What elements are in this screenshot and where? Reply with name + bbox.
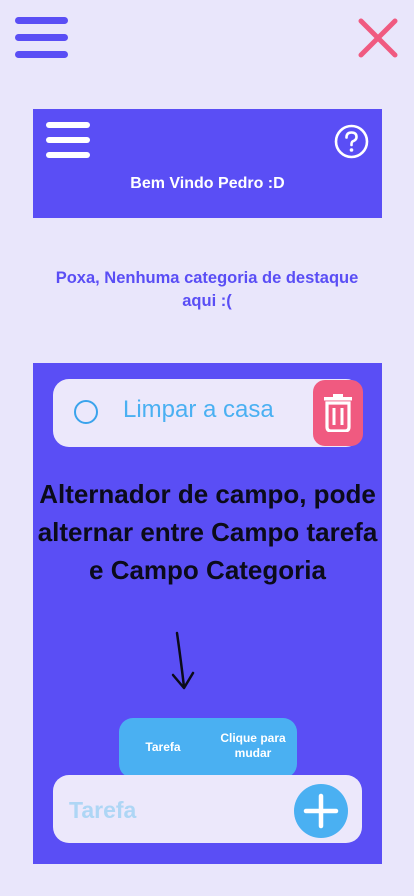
task-input-row <box>53 775 362 843</box>
task-checkbox[interactable] <box>74 400 98 424</box>
plus-icon <box>303 793 339 829</box>
empty-category-message: Poxa, Nenhuma categoria de destaque aqui… <box>55 269 359 310</box>
task-label: Limpar a casa <box>123 396 274 423</box>
toggle-current-label: Tarefa <box>145 740 181 754</box>
field-toggle-button[interactable]: Tarefa Clique para mudar <box>119 718 297 778</box>
close-icon[interactable] <box>357 17 399 59</box>
menu-icon[interactable] <box>46 122 90 160</box>
task-panel: Limpar a casa Alternador de campo, pode … <box>33 363 382 864</box>
add-task-button[interactable] <box>294 784 348 838</box>
task-input[interactable] <box>67 789 271 831</box>
header-card: Bem Vindo Pedro :D <box>33 109 382 218</box>
toggle-hint-label: Clique para mudar <box>220 731 286 760</box>
welcome-title: Bem Vindo Pedro :D <box>130 175 285 192</box>
arrow-down-icon <box>169 631 199 696</box>
help-circle-icon[interactable] <box>334 124 369 159</box>
annotation-text: Alternador de campo, pode alternar entre… <box>37 479 378 585</box>
delete-task-button[interactable] <box>313 380 363 446</box>
menu-icon[interactable] <box>15 17 68 59</box>
trash-icon <box>324 394 352 432</box>
